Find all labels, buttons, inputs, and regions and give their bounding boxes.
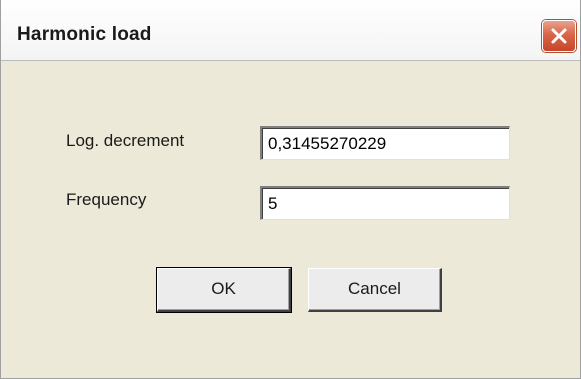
frequency-input[interactable]: 5 (260, 186, 510, 220)
log-decrement-input[interactable]: 0,31455270229 (260, 126, 510, 160)
title-bar[interactable]: Harmonic load (1, 0, 580, 61)
frequency-label: Frequency (66, 190, 147, 209)
harmonic-load-dialog: Harmonic load Log. decrement 0,314552702… (0, 0, 581, 379)
ok-button[interactable]: OK (156, 267, 292, 313)
log-decrement-label: Log. decrement (66, 131, 185, 150)
cancel-button[interactable]: Cancel (308, 268, 442, 312)
close-button[interactable] (542, 20, 576, 52)
close-icon (551, 28, 567, 44)
dialog-title: Harmonic load (17, 24, 152, 45)
